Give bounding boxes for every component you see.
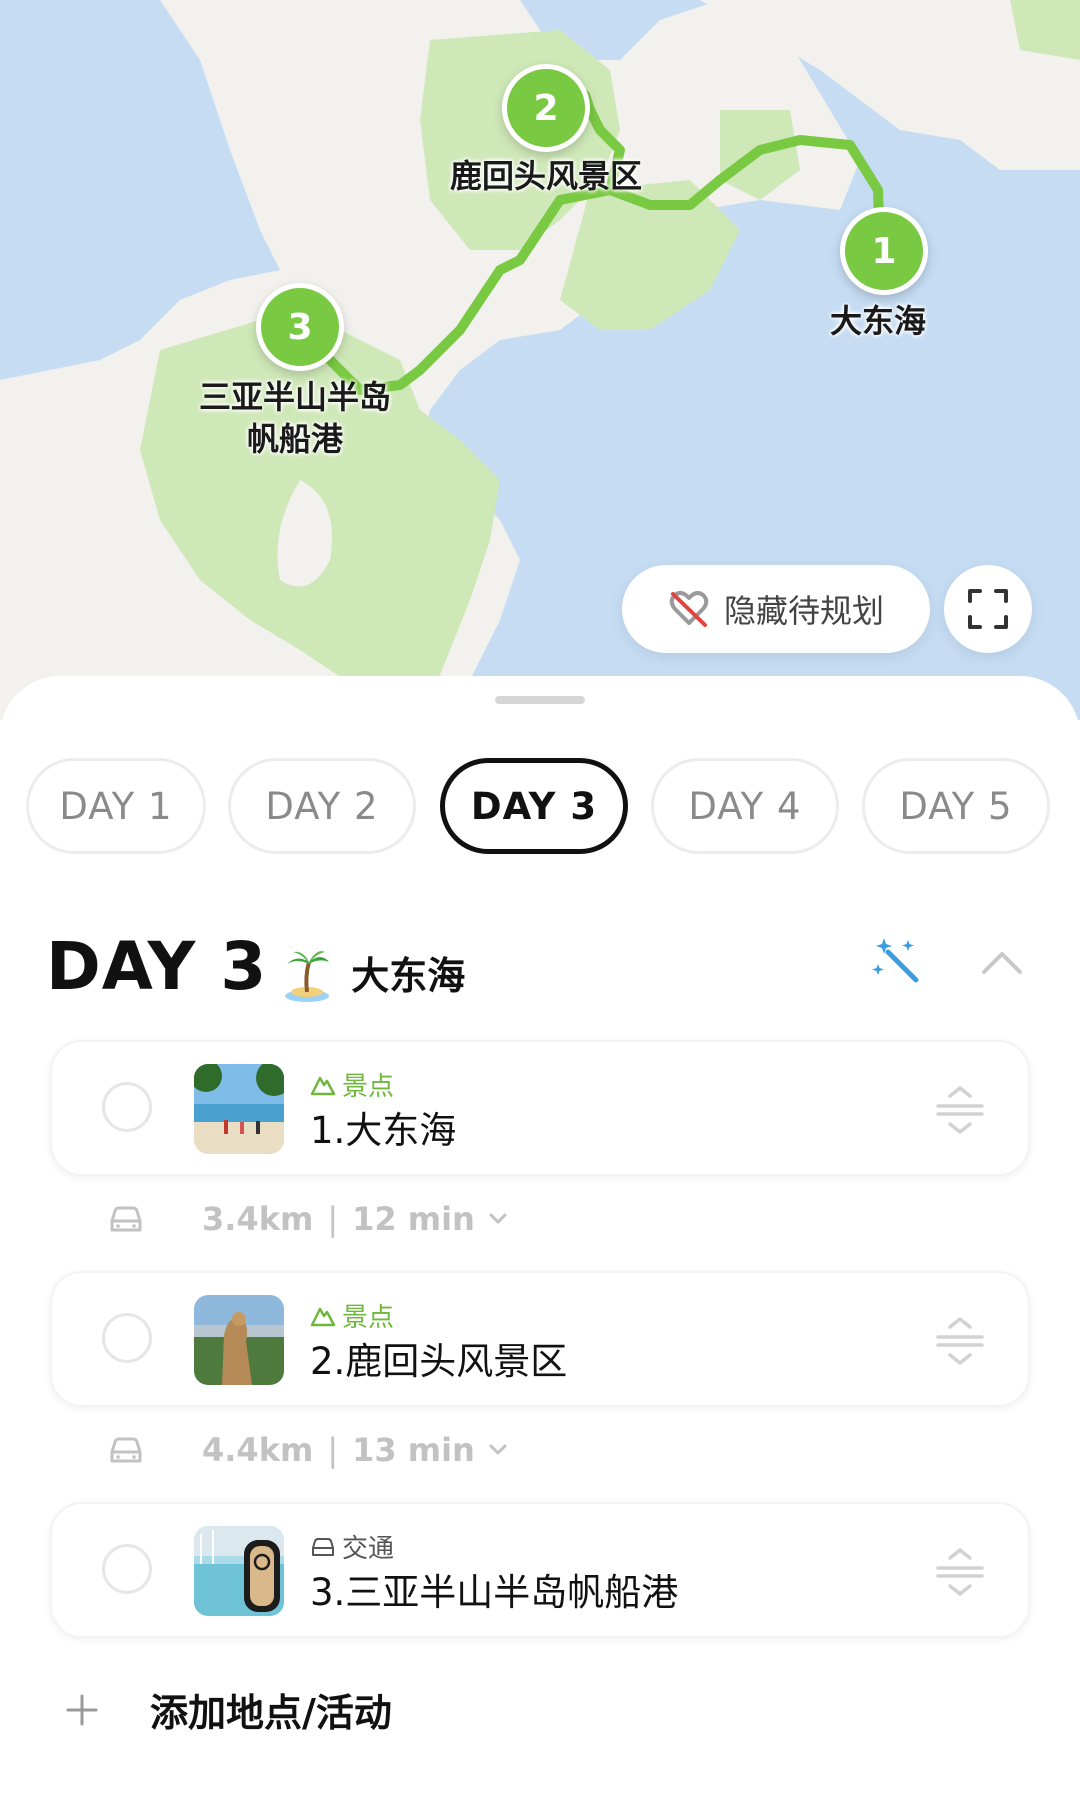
itinerary-item[interactable]: 景点 2.鹿回头风景区 — [50, 1271, 1030, 1407]
item-category-label: 景点 — [342, 1072, 395, 1102]
day-tabs: DAY 1 DAY 2 DAY 3 DAY 4 DAY 5 — [0, 758, 1080, 858]
hide-unplanned-button[interactable]: 隐藏待规划 — [622, 565, 930, 653]
itinerary-item[interactable]: 交通 3.三亚半山半岛帆船港 — [50, 1502, 1030, 1638]
route-segment[interactable]: 4.4km | 13 min — [106, 1425, 513, 1475]
route-duration: 13 min — [352, 1431, 475, 1469]
sheet-grab-handle[interactable] — [495, 696, 585, 704]
itinerary-item[interactable]: 景点 1.大东海 — [50, 1040, 1030, 1176]
route-separator: | — [327, 1431, 339, 1469]
item-category: 景点 — [310, 1066, 394, 1103]
chevron-up-icon — [982, 952, 1022, 974]
map-label-2: 鹿回头风景区 — [449, 157, 642, 195]
pin-number: 2 — [533, 87, 559, 129]
pin-number: 1 — [871, 230, 897, 272]
item-name: 1.大东海 — [310, 1109, 457, 1152]
tab-day-5[interactable]: DAY 5 — [862, 758, 1050, 854]
map-label-3: 三亚半山半岛 帆船港 — [180, 376, 410, 460]
tab-day-4[interactable]: DAY 4 — [651, 758, 839, 854]
chevron-down-icon — [489, 1444, 507, 1455]
fullscreen-button[interactable] — [944, 565, 1032, 653]
plus-icon — [66, 1694, 98, 1725]
mountain-icon — [310, 1076, 336, 1095]
item-category-label: 交通 — [342, 1534, 395, 1564]
drag-handle-icon[interactable] — [932, 1082, 988, 1138]
route-distance: 3.4km — [202, 1200, 314, 1238]
day-subtitle: 大东海 — [351, 954, 466, 998]
item-name: 2.鹿回头风景区 — [310, 1340, 568, 1383]
item-checkbox[interactable] — [102, 1313, 152, 1363]
item-thumbnail — [194, 1526, 284, 1616]
route-distance: 4.4km — [202, 1431, 314, 1469]
tab-day-2[interactable]: DAY 2 — [228, 758, 416, 854]
map-label-1: 大东海 — [829, 302, 926, 340]
heart-off-icon — [669, 591, 709, 627]
map-pin-2[interactable]: 2 — [502, 64, 590, 152]
map-pin-1[interactable]: 1 — [840, 207, 928, 295]
tab-day-1[interactable]: DAY 1 — [26, 758, 206, 854]
item-thumbnail — [194, 1064, 284, 1154]
magic-wand-icon — [872, 938, 919, 983]
itinerary-sheet: DAY 1 DAY 2 DAY 3 DAY 4 DAY 5 DAY 3 大东海 — [0, 676, 1080, 1799]
car-icon — [312, 1537, 334, 1556]
fullscreen-icon — [968, 589, 1008, 629]
item-category-label: 景点 — [342, 1303, 395, 1333]
item-category: 交通 — [310, 1528, 394, 1565]
item-category: 景点 — [310, 1297, 394, 1334]
add-place-label: 添加地点/活动 — [150, 1691, 392, 1735]
item-name: 3.三亚半山半岛帆船港 — [310, 1571, 679, 1614]
route-map[interactable]: 1 大东海 2 鹿回头风景区 3 三亚半山半岛 帆船港 隐藏待规划 — [0, 0, 1080, 720]
day-header: DAY 3 大东海 — [46, 922, 465, 1002]
map-pin-3[interactable]: 3 — [256, 283, 344, 371]
island-palm-icon — [285, 951, 330, 1002]
drag-handle-icon[interactable] — [932, 1313, 988, 1369]
mountain-icon — [310, 1307, 336, 1326]
collapse-button[interactable] — [972, 934, 1032, 994]
map-label-3-line1: 三亚半山半岛 — [198, 378, 391, 416]
hide-unplanned-label: 隐藏待规划 — [723, 592, 884, 630]
day-title: DAY 3 — [46, 928, 268, 1005]
ai-magic-button[interactable] — [870, 934, 930, 994]
route-separator: | — [327, 1200, 339, 1238]
car-icon — [110, 1206, 142, 1232]
route-segment[interactable]: 3.4km | 12 min — [106, 1194, 513, 1244]
tab-day-3[interactable]: DAY 3 — [440, 758, 628, 854]
item-checkbox[interactable] — [102, 1544, 152, 1594]
chevron-down-icon — [489, 1213, 507, 1224]
item-checkbox[interactable] — [102, 1082, 152, 1132]
add-place-button[interactable]: 添加地点/活动 — [62, 1682, 392, 1737]
drag-handle-icon[interactable] — [932, 1544, 988, 1600]
car-icon — [110, 1437, 142, 1463]
route-duration: 12 min — [352, 1200, 475, 1238]
map-label-3-line2: 帆船港 — [246, 420, 343, 458]
pin-number: 3 — [287, 306, 313, 348]
item-thumbnail — [194, 1295, 284, 1385]
